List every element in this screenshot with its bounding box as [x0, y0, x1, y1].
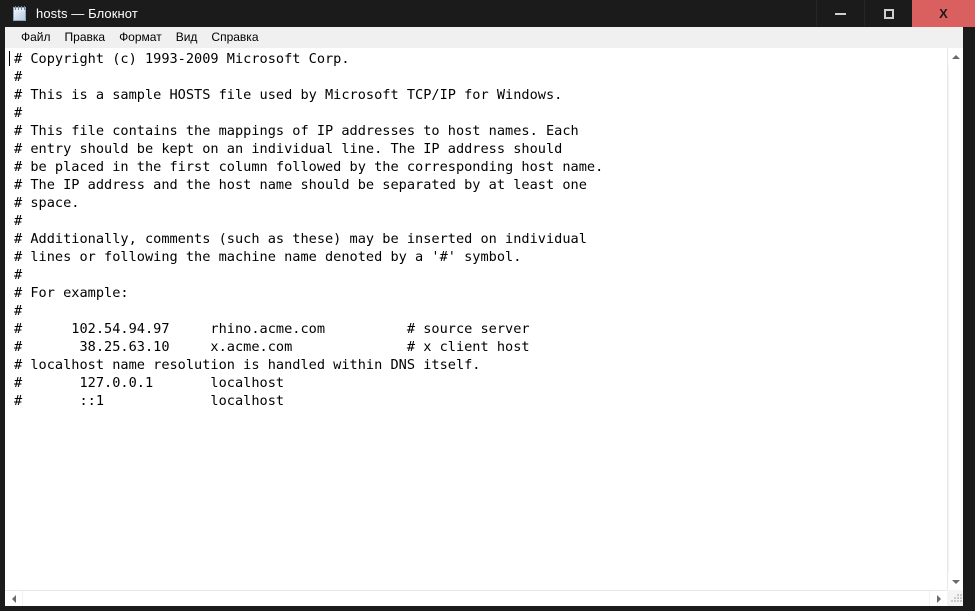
editor-line: # space.: [14, 195, 80, 211]
resize-grip-icon[interactable]: [947, 590, 963, 606]
client-area: # Copyright (c) 1993-2009 Microsoft Corp…: [5, 48, 963, 606]
scroll-up-button[interactable]: [948, 48, 963, 65]
close-button[interactable]: X: [912, 0, 975, 27]
chevron-up-icon: [951, 54, 960, 59]
editor-line: # This is a sample HOSTS file used by Mi…: [14, 87, 563, 103]
menu-item-edit[interactable]: Правка: [58, 27, 113, 48]
title-bar-left: hosts — Блокнот: [0, 0, 816, 27]
chevron-right-icon: [936, 594, 941, 603]
editor-line: #: [14, 69, 23, 85]
editor-line: # entry should be kept on an individual …: [14, 141, 563, 157]
notepad-window: hosts — Блокнот X Файл Правка Формат Вид…: [0, 0, 975, 611]
horizontal-scroll-track[interactable]: [22, 591, 930, 606]
editor-line: # For example:: [14, 285, 129, 301]
scroll-left-button[interactable]: [5, 591, 22, 606]
editor-line: #: [14, 213, 23, 229]
text-caret: [9, 51, 10, 66]
maximize-button[interactable]: [864, 0, 912, 27]
editor-line: #: [14, 303, 23, 319]
window-title: hosts — Блокнот: [36, 6, 138, 21]
editor-line: #: [14, 267, 23, 283]
chevron-left-icon: [11, 594, 16, 603]
editor-line: #: [14, 105, 23, 121]
menu-item-view[interactable]: Вид: [169, 27, 205, 48]
maximize-icon: [883, 8, 894, 19]
vertical-scroll-track[interactable]: [948, 65, 963, 573]
editor-line: # Copyright (c) 1993-2009 Microsoft Corp…: [14, 51, 350, 67]
scroll-down-button[interactable]: [948, 573, 963, 590]
minimize-icon: [835, 12, 846, 15]
menu-item-format[interactable]: Формат: [112, 27, 169, 48]
close-icon: X: [939, 6, 948, 21]
editor-text: # Copyright (c) 1993-2009 Microsoft Corp…: [14, 50, 603, 410]
notepad-icon: [12, 5, 28, 22]
editor-line: # be placed in the first column followed…: [14, 159, 604, 175]
editor-line: # This file contains the mappings of IP …: [14, 123, 579, 139]
title-bar[interactable]: hosts — Блокнот X: [0, 0, 975, 27]
menu-item-file[interactable]: Файл: [14, 27, 58, 48]
editor-line: # Additionally, comments (such as these)…: [14, 231, 587, 247]
editor-line: # 102.54.94.97 rhino.acme.com # source s…: [14, 321, 530, 337]
menu-item-help[interactable]: Справка: [204, 27, 265, 48]
scroll-right-button[interactable]: [930, 591, 947, 606]
text-editor[interactable]: # Copyright (c) 1993-2009 Microsoft Corp…: [5, 48, 947, 590]
editor-line: # 127.0.0.1 localhost: [14, 375, 285, 391]
editor-line: # ::1 localhost: [14, 393, 285, 409]
editor-line: # 38.25.63.10 x.acme.com # x client host: [14, 339, 530, 355]
vertical-scrollbar[interactable]: [947, 48, 963, 590]
menu-bar: Файл Правка Формат Вид Справка: [5, 27, 963, 48]
minimize-button[interactable]: [816, 0, 864, 27]
horizontal-scrollbar[interactable]: [5, 590, 963, 606]
window-controls: X: [816, 0, 975, 27]
editor-line: # The IP address and the host name shoul…: [14, 177, 587, 193]
editor-line: # lines or following the machine name de…: [14, 249, 522, 265]
editor-line: # localhost name resolution is handled w…: [14, 357, 481, 373]
chevron-down-icon: [951, 579, 960, 584]
